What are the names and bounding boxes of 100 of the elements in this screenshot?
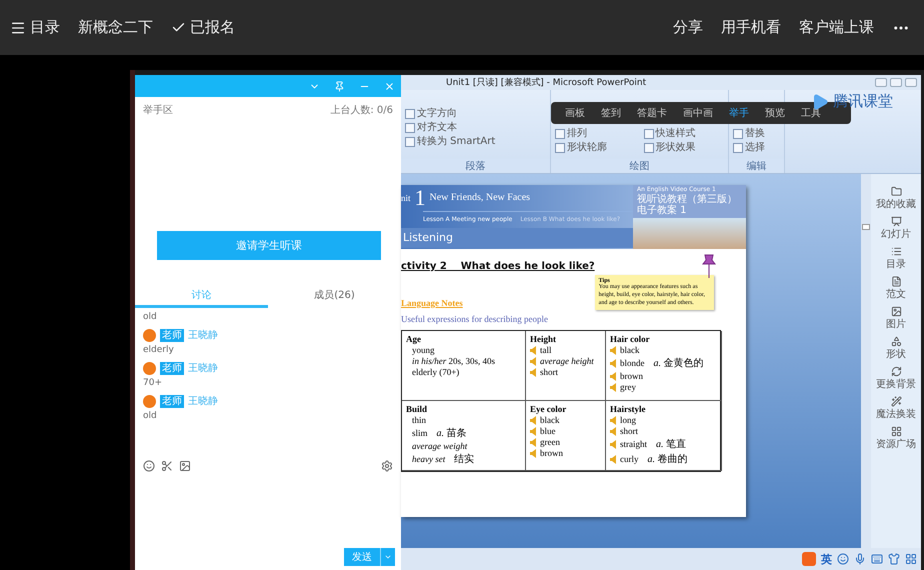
side-item-icon[interactable] [890, 216, 902, 227]
table-heading: Height [530, 334, 557, 344]
toolbar-item[interactable]: 预览 [765, 106, 785, 120]
shirt-icon[interactable] [888, 553, 900, 565]
menu-icon[interactable] [10, 20, 26, 36]
side-panel-item[interactable]: 形状 [886, 336, 906, 361]
side-item-icon[interactable] [890, 366, 902, 377]
term-gloss: 结实 [454, 452, 474, 466]
side-panel-item[interactable]: 幻灯片 [881, 216, 911, 241]
emoji-icon[interactable] [143, 460, 155, 472]
author-name: 王晓静 [188, 328, 218, 342]
table-term: elderly (70+) [412, 367, 460, 377]
ribbon-command[interactable]: 文字方向 [405, 108, 546, 120]
toolbar-item[interactable]: 画板 [565, 106, 585, 120]
top-bar-link[interactable]: 新概念二下 [78, 18, 153, 37]
side-panel-item[interactable]: 资源广场 [876, 426, 916, 451]
toolbar-item[interactable]: 举手 [729, 106, 749, 120]
side-panel-item[interactable]: 魔法换装 [876, 396, 916, 421]
table-heading: Age [406, 334, 422, 344]
ribbon-group-label: 段落 [401, 159, 550, 173]
table-term: curly [620, 454, 638, 464]
notes-subtitle: Useful expressions for describing people [401, 314, 549, 324]
catalog-button[interactable]: 目录 [10, 18, 60, 37]
table-term: black [540, 415, 560, 425]
author-name: 王晓静 [188, 394, 218, 408]
ribbon-command[interactable]: 快速样式 [644, 128, 724, 140]
close-button[interactable] [905, 78, 917, 87]
side-item-icon[interactable] [890, 426, 902, 437]
table-term: thin [412, 415, 426, 425]
maximize-button[interactable] [890, 78, 902, 87]
send-options-button[interactable] [381, 548, 395, 566]
side-panel-item[interactable]: 我的收藏 [876, 186, 916, 211]
side-item-icon[interactable] [890, 276, 902, 287]
toolbar-item[interactable]: 签到 [601, 106, 621, 120]
side-panel-item[interactable]: 范文 [886, 276, 906, 301]
avatar [143, 328, 156, 342]
ribbon-command[interactable]: 转换为 SmartArt [405, 136, 546, 148]
minimize-button[interactable] [875, 78, 887, 87]
table-heading: Build [406, 404, 428, 414]
side-item-icon[interactable] [890, 186, 902, 197]
close-icon[interactable] [384, 80, 395, 92]
grid-icon[interactable] [905, 553, 917, 565]
image-icon[interactable] [179, 460, 191, 472]
microphone-icon[interactable] [854, 553, 866, 565]
table-term: slim [412, 428, 428, 438]
table-term: young [412, 345, 434, 355]
top-bar-link[interactable]: 用手机看 [721, 18, 781, 37]
side-panel-item[interactable]: 目录 [886, 246, 906, 271]
ribbon-group-label: 绘图 [551, 159, 728, 173]
table-term: heavy set [412, 454, 446, 464]
author-name: 王晓静 [188, 362, 218, 375]
keyboard-icon[interactable] [871, 553, 883, 565]
side-item-icon[interactable] [890, 396, 902, 407]
pushpin-icon [702, 253, 716, 279]
ribbon-command[interactable]: 对齐文本 [405, 122, 546, 134]
section-title: Listening [401, 228, 633, 248]
side-panel-item[interactable]: 更换背景 [876, 366, 916, 391]
notes-title: Language Notes [401, 298, 464, 308]
course-title: 视听说教程（第三版）电子教案 1 [637, 194, 738, 216]
toolbar-item[interactable]: 画中画 [683, 106, 713, 120]
role-badge: 老师 [160, 328, 184, 342]
message-text: elderly [143, 345, 175, 355]
ime-logo-icon[interactable] [802, 552, 816, 566]
ribbon-command[interactable]: 形状轮廓 [555, 142, 636, 154]
term-gloss: a. 金黄色的 [654, 356, 704, 370]
role-badge: 老师 [160, 362, 184, 374]
table-term: long [620, 415, 636, 425]
table-term: blonde [620, 358, 644, 368]
table-term: in his/her 20s, 30s, 40s [412, 356, 496, 366]
side-panel-item[interactable]: 图片 [886, 306, 906, 331]
ribbon-command[interactable]: 排列 [555, 128, 636, 140]
caret-icon[interactable] [384, 553, 392, 561]
ribbon-command[interactable]: 选择 [733, 142, 780, 154]
scrollbar[interactable] [861, 174, 871, 548]
message-text: old [143, 312, 158, 322]
table-term: short [540, 367, 558, 377]
stage-count: 上台人数: 0/6 [330, 104, 393, 117]
scissors-icon[interactable] [161, 460, 173, 472]
top-bar-link[interactable]: 分享 [673, 18, 703, 37]
top-bar-link[interactable]: 客户端上课 [799, 18, 874, 37]
ribbon-command[interactable]: 替换 [733, 128, 780, 140]
window-title: Unit1 [只读] [兼容模式] - Microsoft PowerPoint [446, 76, 646, 89]
table-term: brown [540, 448, 563, 458]
ime-mode[interactable]: 英 [821, 552, 832, 566]
enrolled-status: 已报名 [190, 18, 235, 37]
side-item-icon[interactable] [890, 306, 902, 317]
emoji-icon[interactable] [837, 553, 849, 565]
panel-tab[interactable]: 成员(26) [268, 284, 401, 308]
side-item-icon[interactable] [890, 336, 902, 347]
table-term: short [620, 426, 638, 436]
ribbon-command[interactable]: 形状效果 [644, 142, 724, 154]
hand-raise-title: 举手区 [143, 104, 173, 117]
table-heading: Eye color [530, 404, 568, 414]
avatar [143, 394, 156, 408]
term-gloss: a. 苗条 [436, 426, 467, 440]
toolbar-item[interactable]: 答题卡 [637, 106, 667, 120]
settings-icon[interactable] [381, 460, 393, 472]
table-term: brown [620, 371, 643, 381]
pin-icon[interactable] [334, 80, 345, 92]
activity-title: ctivity 2 What does he look like? [401, 261, 595, 272]
